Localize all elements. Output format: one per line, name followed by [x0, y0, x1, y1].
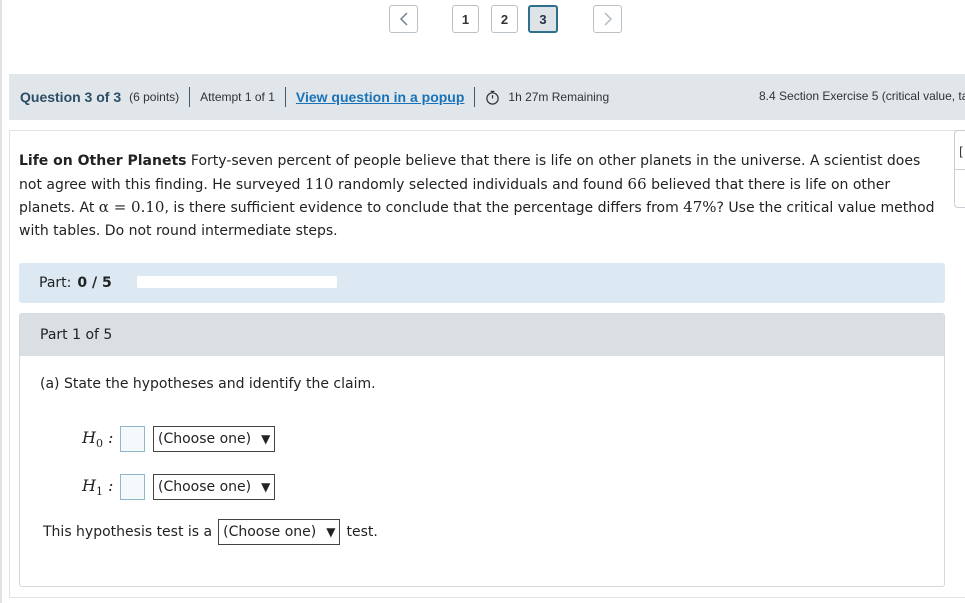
- side-panel-tab[interactable]: [: [954, 130, 965, 208]
- problem-statement: Life on Other Planets Forty-seven percen…: [19, 153, 935, 239]
- part-panel: Part 1 of 5 (a) State the hypotheses and…: [19, 313, 945, 587]
- part-progress-bar: Part: 0 / 5: [19, 263, 945, 303]
- section-label: 8.4 Section Exercise 5 (critical value, …: [759, 89, 965, 103]
- previous-question-button[interactable]: [389, 5, 418, 33]
- sample-size: 110: [304, 174, 334, 193]
- page-button-3-current[interactable]: 3: [528, 5, 558, 33]
- stopwatch-icon: [486, 90, 500, 105]
- page-button-1[interactable]: 1: [452, 5, 479, 33]
- dropdown-arrow-icon: ▼: [261, 480, 271, 494]
- part-score: 0 / 5: [77, 275, 112, 291]
- null-hypothesis-select[interactable]: (Choose one) ▼: [153, 426, 276, 452]
- success-count: 66: [627, 174, 647, 193]
- alternative-hypothesis-label: H1 :: [82, 475, 114, 499]
- time-remaining: 1h 27m Remaining: [508, 90, 610, 104]
- claimed-percentage: 47%: [683, 198, 717, 216]
- test-type-suffix: test.: [346, 524, 378, 540]
- test-type-select[interactable]: (Choose one) ▼: [218, 519, 341, 545]
- null-hypothesis-answer-box[interactable]: [120, 426, 145, 452]
- left-border: [0, 0, 2, 603]
- null-hypothesis-label: H0 :: [82, 427, 114, 451]
- progress-track: [137, 276, 337, 288]
- alternative-hypothesis-answer-box[interactable]: [120, 474, 145, 500]
- part-header: Part 1 of 5: [20, 314, 944, 356]
- next-question-button[interactable]: [593, 5, 622, 33]
- alternative-hypothesis-row: H1 : (Choose one) ▼: [82, 474, 276, 500]
- bracket-icon: [: [959, 145, 964, 159]
- part-label: Part:: [39, 275, 72, 291]
- chevron-left-icon: [399, 12, 408, 26]
- alpha-value: α = 0.10: [98, 198, 165, 216]
- attempt-count: Attempt 1 of 1: [200, 90, 275, 104]
- test-type-row: This hypothesis test is a (Choose one) ▼ …: [43, 519, 378, 545]
- divider: [284, 87, 286, 107]
- view-in-popup-link[interactable]: View question in a popup: [296, 89, 465, 105]
- dropdown-arrow-icon: ▼: [326, 525, 336, 539]
- dropdown-arrow-icon: ▼: [261, 432, 271, 446]
- part-question: (a) State the hypotheses and identify th…: [40, 376, 376, 392]
- question-info-bar: Question 3 of 3 (6 points) Attempt 1 of …: [9, 74, 965, 120]
- question-title: Question 3 of 3: [20, 89, 122, 105]
- divider: [189, 87, 191, 107]
- problem-title: Life on Other Planets: [19, 153, 187, 169]
- alternative-hypothesis-select[interactable]: (Choose one) ▼: [153, 474, 276, 500]
- question-points: (6 points): [129, 90, 180, 104]
- question-pager: 1 2 3: [0, 0, 965, 40]
- test-type-prefix: This hypothesis test is a: [43, 524, 213, 540]
- divider: [474, 87, 476, 107]
- divider: [955, 169, 965, 170]
- null-hypothesis-row: H0 : (Choose one) ▼: [82, 426, 276, 452]
- chevron-right-icon: [603, 12, 612, 26]
- page-button-2[interactable]: 2: [491, 5, 518, 33]
